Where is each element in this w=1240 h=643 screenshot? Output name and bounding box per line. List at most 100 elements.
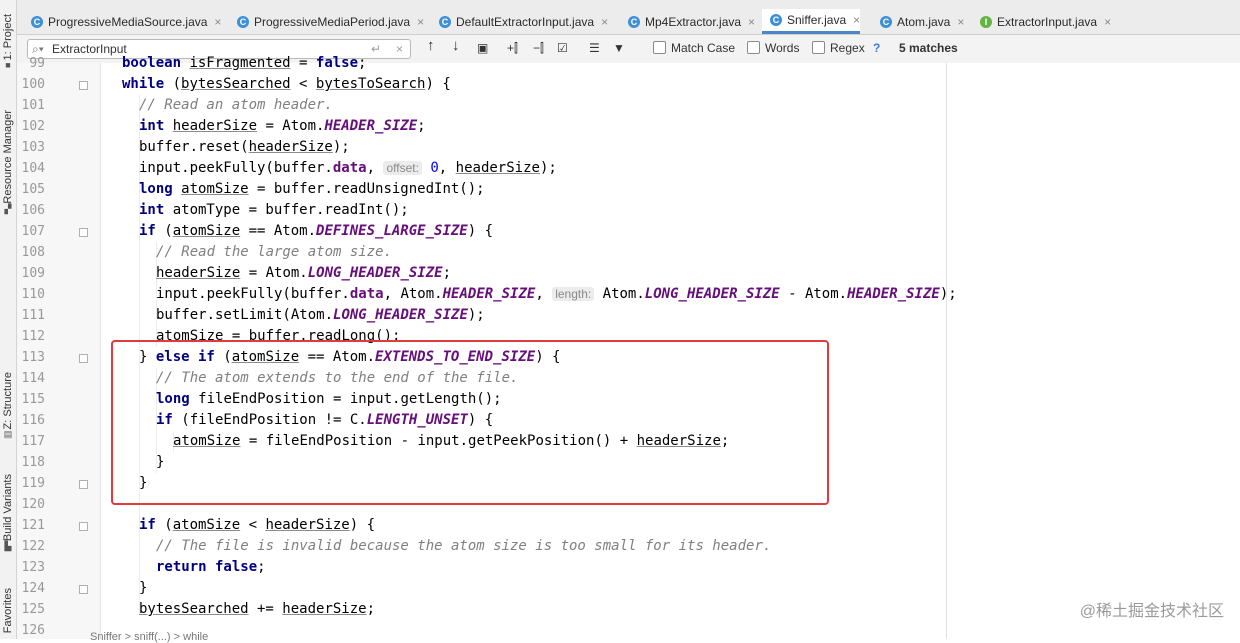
class-icon: C: [628, 15, 640, 28]
words-checkbox[interactable]: Words: [747, 40, 799, 56]
build-variants-tool-button[interactable]: Build Variants ▙: [0, 474, 16, 551]
regex-checkbox[interactable]: Regex: [812, 40, 865, 56]
resource-manager-tool-button[interactable]: Resource Manager ▞: [0, 110, 16, 214]
project-tool-button[interactable]: 1: Project ■: [0, 14, 16, 70]
line-number: 99: [29, 56, 45, 71]
favorites-tool-button[interactable]: Favorites: [0, 588, 16, 633]
checkbox-icon: [653, 41, 666, 54]
fold-marker-icon[interactable]: [79, 81, 88, 90]
tab-label: Mp4Extractor.java: [645, 14, 742, 29]
tab-sniffer[interactable]: C Sniffer.java ×: [762, 9, 861, 34]
line-number: 104: [21, 161, 45, 176]
line-number: 120: [21, 497, 45, 512]
fold-marker-icon[interactable]: [79, 522, 88, 531]
structure-tool-button[interactable]: Z: Structure ▤: [0, 372, 16, 439]
tab-label: Atom.java: [897, 14, 951, 29]
line-number: 112: [21, 329, 45, 344]
fold-marker-icon[interactable]: [79, 480, 88, 489]
structure-icon: ▤: [3, 429, 13, 440]
interface-icon: I: [980, 15, 992, 28]
filter-lines-icon[interactable]: ☰: [589, 40, 600, 56]
match-case-label: Match Case: [671, 41, 736, 55]
match-count: 5 matches: [899, 41, 958, 55]
line-number: 123: [21, 560, 45, 575]
code-line: bytesSearched += headerSize;: [139, 601, 376, 617]
code-line: if (atomSize == Atom.DEFINES_LARGE_SIZE)…: [139, 223, 494, 239]
code-comment: // The file is invalid because the atom …: [156, 538, 772, 554]
line-number: 117: [21, 434, 45, 449]
line-number: 108: [21, 245, 45, 260]
next-occurrence-icon[interactable]: ↓: [452, 38, 460, 54]
code-line: }: [139, 580, 148, 596]
select-all-occurrences-icon[interactable]: ▣: [477, 40, 488, 56]
remove-occurrence-icon[interactable]: −⫿: [533, 40, 544, 56]
line-number: 115: [21, 392, 45, 407]
close-icon[interactable]: ×: [957, 15, 964, 29]
close-icon[interactable]: ×: [417, 15, 424, 29]
code-line: long atomSize = buffer.readUnsignedInt()…: [139, 181, 485, 197]
tab-extractor-input[interactable]: I ExtractorInput.java ×: [972, 9, 1111, 34]
fold-marker-icon[interactable]: [79, 354, 88, 363]
regex-help-link[interactable]: ?: [873, 40, 880, 56]
tab-progressive-media-source[interactable]: C ProgressiveMediaSource.java ×: [23, 9, 221, 34]
line-number: 109: [21, 266, 45, 281]
close-icon[interactable]: ×: [748, 15, 755, 29]
regex-label: Regex: [830, 41, 865, 55]
project-tool-label: 1: Project: [2, 14, 14, 61]
tab-label: Sniffer.java: [787, 13, 847, 27]
structure-label: Z: Structure: [2, 372, 14, 430]
right-margin-guide: [946, 63, 947, 639]
parameter-hint: offset:: [383, 161, 422, 175]
line-number: 102: [21, 119, 45, 134]
close-icon[interactable]: ×: [1104, 15, 1111, 29]
fold-marker-icon[interactable]: [79, 585, 88, 594]
line-number: 107: [21, 224, 45, 239]
filter-icon[interactable]: ▼: [613, 40, 625, 56]
class-icon: C: [770, 14, 782, 26]
line-number: 122: [21, 539, 45, 554]
build-variants-label: Build Variants: [2, 474, 14, 542]
close-icon[interactable]: ×: [214, 15, 221, 29]
parameter-hint: length:: [552, 287, 595, 301]
clear-icon[interactable]: ×: [396, 41, 403, 57]
line-number: 121: [21, 518, 45, 533]
code-line: return false;: [156, 559, 266, 575]
code-line: headerSize = Atom.LONG_HEADER_SIZE;: [156, 265, 452, 281]
line-number: 101: [21, 98, 45, 113]
line-number: 110: [21, 287, 45, 302]
code-comment: // Read the large atom size.: [156, 244, 393, 260]
resource-manager-label: Resource Manager: [2, 110, 14, 204]
tool-window-strip: 1: Project ■ Resource Manager ▞ Z: Struc…: [0, 0, 17, 639]
resource-icon: ▞: [4, 203, 12, 214]
select-all-matches-icon[interactable]: ☑: [557, 40, 568, 56]
words-label: Words: [765, 41, 800, 55]
tab-atom[interactable]: C Atom.java ×: [872, 9, 964, 34]
line-number: 111: [21, 308, 45, 323]
highlight-annotation-box: [111, 340, 829, 505]
line-number: 114: [21, 371, 45, 386]
favorites-label: Favorites: [2, 588, 14, 634]
tab-progressive-media-period[interactable]: C ProgressiveMediaPeriod.java ×: [229, 9, 424, 34]
tab-label: DefaultExtractorInput.java: [456, 14, 595, 29]
tab-label: ExtractorInput.java: [997, 14, 1098, 29]
code-line: if (atomSize < headerSize) {: [139, 517, 376, 533]
close-icon[interactable]: ×: [853, 13, 860, 27]
code-line: buffer.setLimit(Atom.LONG_HEADER_SIZE);: [156, 307, 485, 323]
close-icon[interactable]: ×: [601, 15, 608, 29]
newline-icon[interactable]: ↵: [371, 41, 381, 57]
line-number: 113: [21, 350, 45, 365]
tab-mp4-extractor[interactable]: C Mp4Extractor.java ×: [620, 9, 755, 34]
code-line: int headerSize = Atom.HEADER_SIZE;: [139, 118, 426, 134]
match-case-checkbox[interactable]: Match Case: [653, 40, 735, 56]
breadcrumb[interactable]: Sniffer > sniff(...) > while: [90, 631, 208, 643]
fold-marker-icon[interactable]: [79, 228, 88, 237]
tab-label: ProgressiveMediaPeriod.java: [254, 14, 411, 29]
previous-occurrence-icon[interactable]: ↑: [427, 38, 435, 54]
add-occurrence-icon[interactable]: +⫿: [507, 40, 518, 56]
editor-tab-bar: C ProgressiveMediaSource.java × C Progre…: [17, 0, 1240, 35]
tab-default-extractor-input[interactable]: C DefaultExtractorInput.java ×: [431, 9, 608, 34]
build-variants-icon: ▙: [4, 541, 12, 552]
line-number: 125: [21, 602, 45, 617]
code-line: boolean isFragmented = false;: [122, 55, 367, 71]
search-query: ExtractorInput: [52, 42, 127, 56]
